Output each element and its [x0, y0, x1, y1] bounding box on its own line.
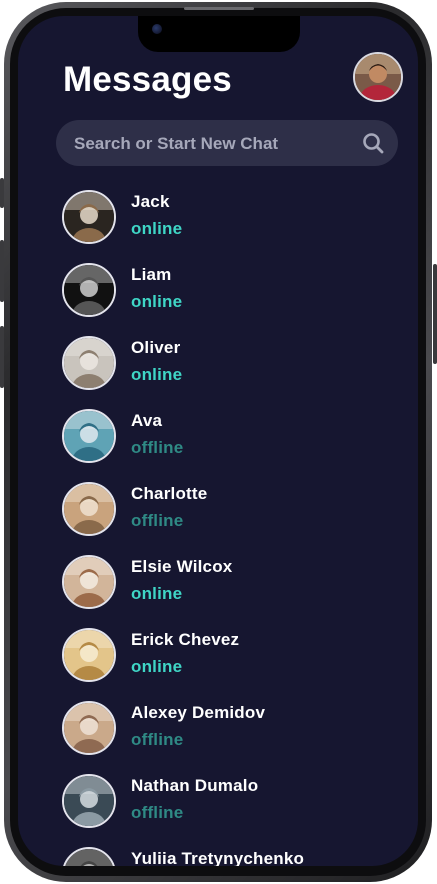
search-bar[interactable]	[56, 120, 398, 168]
contact-name: Charlotte	[131, 484, 208, 503]
contact-name: Nathan Dumalo	[131, 776, 259, 795]
contact-status: offline	[131, 438, 184, 457]
contact-status: online	[131, 219, 183, 238]
contact-status: online	[131, 292, 183, 311]
contact-row[interactable]: Charlotte offline	[62, 480, 402, 536]
contact-avatar[interactable]	[62, 847, 116, 866]
power-button	[433, 264, 437, 364]
page-title: Messages	[63, 60, 232, 99]
contact-row[interactable]: Erick Chevez online	[62, 626, 402, 682]
contact-status: online	[131, 365, 183, 384]
contact-avatar[interactable]	[62, 409, 116, 463]
app-screen: Messages Jack online Liam online Oliver onlin…	[18, 16, 418, 866]
contact-row[interactable]: Alexey Demidov offline	[62, 699, 402, 755]
contact-avatar[interactable]	[62, 482, 116, 536]
contact-avatar[interactable]	[62, 336, 116, 390]
contact-name: Yuliia Tretynychenko	[131, 849, 305, 866]
contact-name: Liam	[131, 265, 172, 284]
contact-row[interactable]: Yuliia Tretynychenko	[62, 845, 402, 866]
top-edge-detail	[184, 7, 254, 10]
contact-avatar[interactable]	[62, 555, 116, 609]
contact-row[interactable]: Nathan Dumalo offline	[62, 772, 402, 828]
contact-name: Erick Chevez	[131, 630, 240, 649]
front-camera	[152, 24, 162, 34]
contact-status: online	[131, 584, 183, 603]
contact-row[interactable]: Ava offline	[62, 407, 402, 463]
search-input[interactable]	[72, 120, 346, 168]
contact-row[interactable]: Oliver online	[62, 334, 402, 390]
volume-down-button	[0, 326, 4, 388]
contact-row[interactable]: Elsie Wilcox online	[62, 553, 402, 609]
contact-avatar[interactable]	[62, 263, 116, 317]
contact-status: offline	[131, 511, 184, 530]
contact-name: Oliver	[131, 338, 181, 357]
silent-switch	[0, 178, 4, 208]
contact-name: Ava	[131, 411, 163, 430]
notch	[138, 16, 300, 52]
contact-row[interactable]: Jack online	[62, 188, 402, 244]
volume-up-button	[0, 240, 4, 302]
contact-status: online	[131, 657, 183, 676]
contact-avatar[interactable]	[62, 190, 116, 244]
search-icon[interactable]	[362, 132, 384, 154]
contact-name: Elsie Wilcox	[131, 557, 233, 576]
contact-avatar[interactable]	[62, 628, 116, 682]
profile-photo	[355, 54, 401, 100]
contact-status: offline	[131, 730, 184, 749]
contact-row[interactable]: Liam online	[62, 261, 402, 317]
contact-name: Alexey Demidov	[131, 703, 266, 722]
profile-avatar[interactable]	[353, 52, 403, 102]
contact-avatar[interactable]	[62, 774, 116, 828]
contact-name: Jack	[131, 192, 170, 211]
contact-status: offline	[131, 803, 184, 822]
contact-avatar[interactable]	[62, 701, 116, 755]
